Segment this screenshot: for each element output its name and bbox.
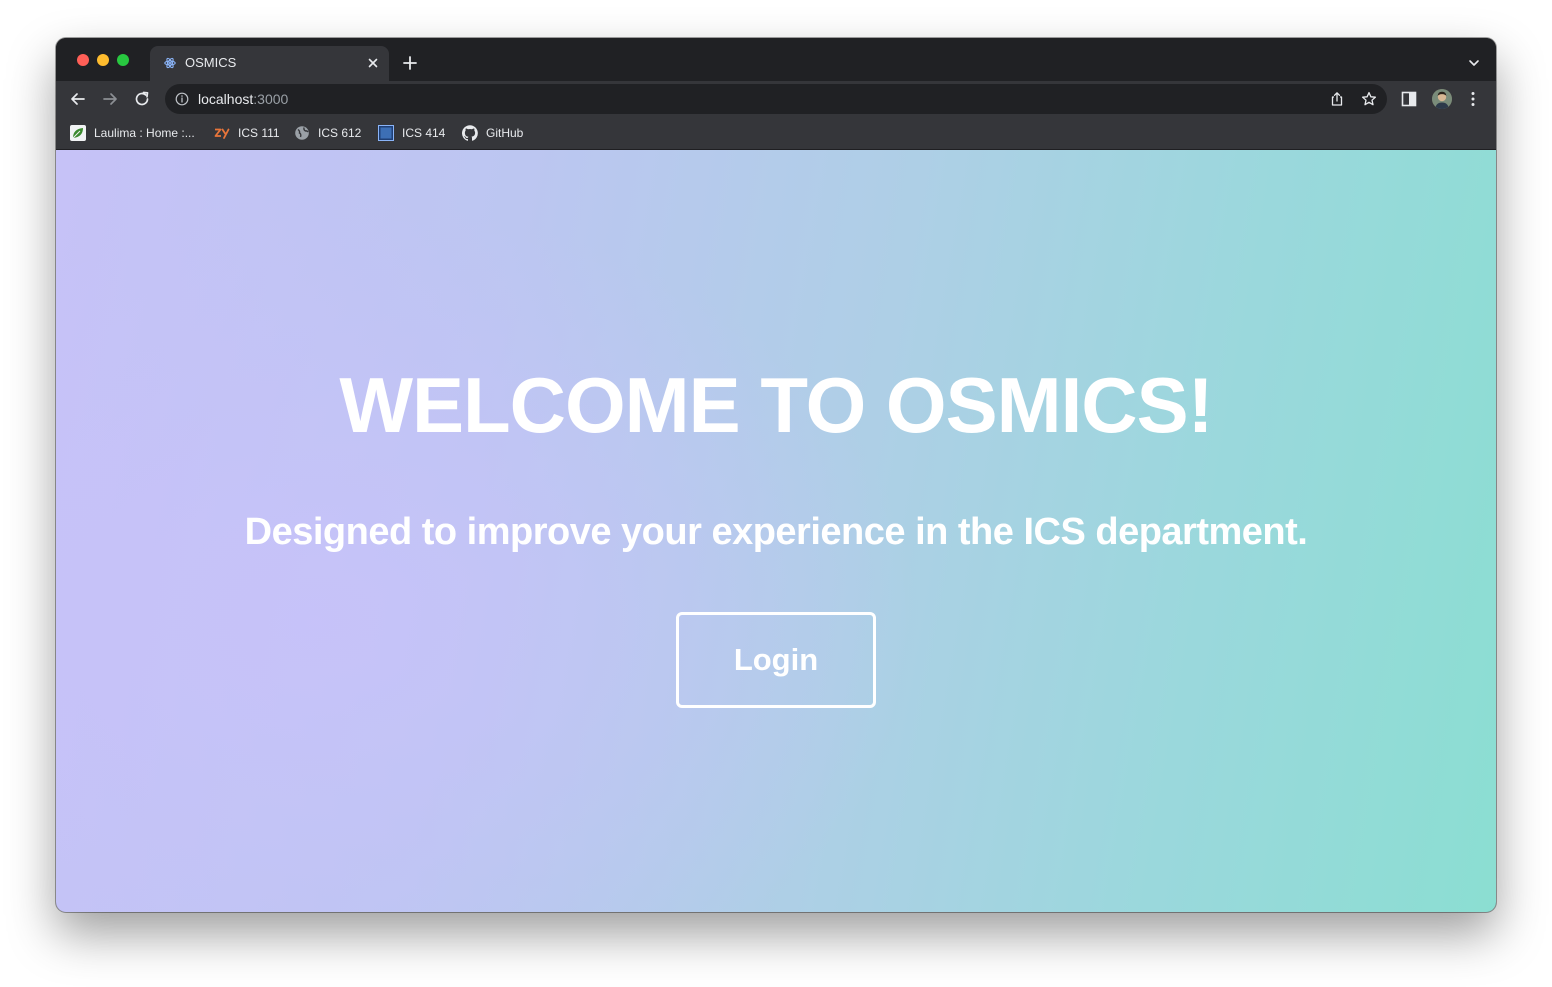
tab-osmics[interactable]: OSMICS [150,46,389,81]
url-host: localhost [198,91,254,107]
page-subtitle: Designed to improve your experience in t… [244,511,1308,553]
bookmark-label: ICS 111 [238,126,280,140]
kebab-menu-icon[interactable] [1464,90,1482,108]
profile-avatar[interactable] [1432,89,1452,109]
new-tab-plus-icon[interactable] [402,55,418,71]
bookmark-ics-111[interactable]: ICS 111 [214,124,280,142]
address-bar[interactable]: localhost:3000 [165,84,1387,114]
reload-icon[interactable] [132,89,152,109]
url-text: localhost:3000 [198,91,288,107]
bookmarks-bar: Laulima : Home :... ICS 111 ICS 612 ICS … [56,117,1496,150]
bookmark-github[interactable]: GitHub [462,124,523,142]
minimize-window-button[interactable] [97,54,109,66]
login-button[interactable]: Login [676,612,876,708]
bookmark-label: Laulima : Home :... [94,126,195,140]
bookmark-label: ICS 612 [318,126,362,140]
browser-window: OSMICS localhost:3000 Laulima: Home:..… [56,38,1496,912]
bookmark-laulima[interactable]: Laulima : Home :... [70,124,195,142]
globe-icon [295,126,309,140]
tab-strip: OSMICS [56,38,1496,81]
bookmark-label: GitHub [486,126,524,140]
react-logo-icon [164,57,176,69]
tab-title: OSMICS [185,55,237,70]
url-port: :3000 [253,91,289,107]
avatar-image [1432,89,1452,109]
bookmark-ics-414[interactable]: ICS 414 [378,124,445,142]
zybooks-icon [214,128,230,139]
star-icon[interactable] [1361,91,1377,107]
bookmark-ics-612[interactable]: ICS 612 [294,124,361,142]
landing-page: WELCOME TO OSMICS! Designed to improve y… [56,150,1496,912]
forward-arrow-icon[interactable] [100,89,120,109]
side-panel-icon[interactable] [1400,90,1418,108]
browser-toolbar: localhost:3000 [56,81,1496,117]
github-icon [462,125,478,141]
chevron-down-icon[interactable] [1466,55,1482,71]
maximize-window-button[interactable] [117,54,129,66]
close-icon[interactable] [365,55,381,71]
blue-square-icon [378,125,394,141]
page-title: WELCOME TO OSMICS! [339,361,1213,449]
back-arrow-icon[interactable] [68,89,88,109]
close-window-button[interactable] [77,54,89,66]
bookmark-label: ICS 414 [402,126,446,140]
info-icon[interactable] [175,92,189,106]
share-icon[interactable] [1329,91,1345,107]
laulima-leaf-icon [70,125,86,141]
